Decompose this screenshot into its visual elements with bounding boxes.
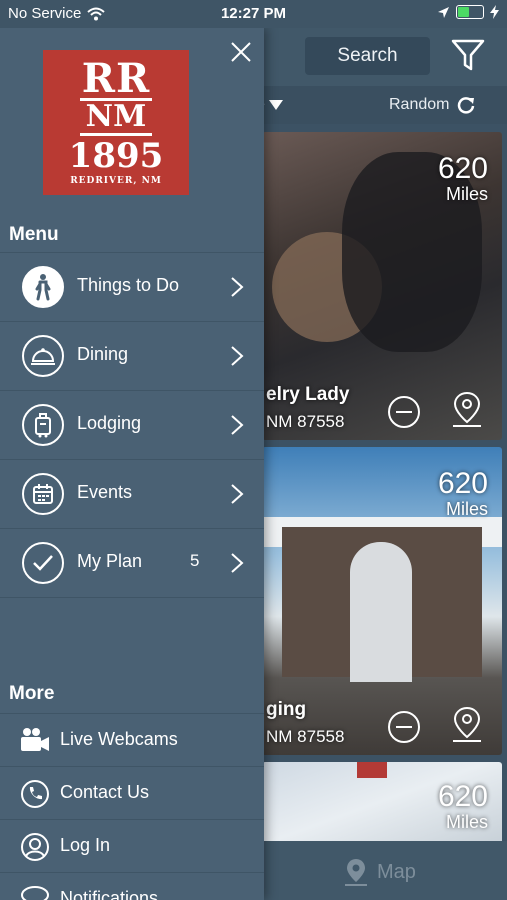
video-camera-icon	[21, 728, 49, 751]
card-photo-entrance	[350, 542, 412, 682]
card-address: NM 87558	[266, 727, 345, 746]
close-icon[interactable]	[229, 40, 253, 64]
logo-line: RR	[81, 54, 151, 102]
card-address: NM 87558	[266, 412, 345, 431]
listing-card[interactable]: 620 Miles elry Lady NM 87558	[262, 132, 502, 440]
card-photo	[357, 762, 387, 778]
chat-bubble-icon	[21, 886, 49, 900]
listing-card[interactable]: 620 Miles ging NM 87558	[262, 447, 502, 755]
battery-level	[458, 7, 469, 17]
map-pin-icon[interactable]	[450, 390, 484, 430]
charging-bolt-icon	[490, 5, 499, 19]
more-item-label: Log In	[60, 835, 111, 855]
distance-value: 620	[437, 152, 488, 185]
random-sort-label: Random	[389, 96, 450, 113]
battery-indicator	[456, 5, 484, 19]
menu-item-dining[interactable]: Dining	[0, 321, 264, 390]
card-title: elry Lady	[266, 384, 350, 405]
dining-cloche-icon	[22, 335, 64, 377]
map-button-label: Map	[377, 860, 416, 883]
more-item-log-in[interactable]: Log In	[0, 819, 264, 873]
more-item-label: Live Webcams	[60, 729, 178, 749]
menu-item-things-to-do[interactable]: Things to Do	[0, 252, 264, 321]
menu-item-my-plan[interactable]: My Plan 5	[0, 528, 264, 598]
plan-count-badge: 5	[190, 551, 200, 570]
logo: RR NM 1895 REDRIVER, NM	[43, 50, 189, 195]
menu-item-label: My Plan	[77, 551, 143, 571]
logo-line: 1895	[68, 135, 164, 176]
remove-from-plan-icon[interactable]	[386, 394, 422, 430]
more-item-live-webcams[interactable]: Live Webcams	[0, 713, 264, 767]
side-drawer: RR NM 1895 REDRIVER, NM Menu Things to D…	[0, 28, 264, 900]
chevron-right-icon	[231, 553, 244, 573]
filter-icon[interactable]	[450, 38, 486, 72]
status-bar: No Service 12:27 PM	[0, 0, 507, 28]
chevron-right-icon	[231, 277, 244, 297]
calendar-icon	[22, 473, 64, 515]
phone-icon	[21, 780, 49, 808]
menu-item-label: Dining	[77, 344, 129, 364]
distance-value: 620	[437, 780, 488, 813]
card-title: ging	[266, 699, 307, 720]
chevron-right-icon	[231, 346, 244, 366]
menu-item-label: Things to Do	[77, 275, 180, 295]
luggage-icon	[22, 404, 64, 446]
more-item-notifications[interactable]: Notifications	[0, 872, 264, 900]
random-sort-button[interactable]: Random	[389, 96, 475, 114]
map-marker-icon	[345, 859, 367, 886]
user-icon	[21, 833, 49, 861]
map-pin-icon[interactable]	[450, 705, 484, 745]
distance-unit: Miles	[445, 812, 488, 832]
distance-badge: 620 Miles	[438, 154, 488, 205]
refresh-icon	[458, 97, 475, 114]
menu-item-events[interactable]: Events	[0, 459, 264, 528]
distance-badge: 620 Miles	[438, 782, 488, 833]
clock: 12:27 PM	[220, 5, 287, 22]
location-arrow-icon	[438, 6, 449, 18]
distance-unit: Miles	[445, 184, 488, 204]
more-item-label: Notifications	[60, 888, 159, 900]
walking-person-icon	[22, 266, 64, 308]
chevron-right-icon	[231, 415, 244, 435]
more-item-label: Contact Us	[60, 782, 150, 802]
map-button[interactable]: Map	[343, 857, 416, 887]
menu-item-label: Events	[77, 482, 133, 502]
checkmark-icon	[22, 542, 64, 584]
triangle-down-icon	[268, 100, 283, 110]
logo-line: NM	[79, 97, 153, 136]
more-item-contact-us[interactable]: Contact Us	[0, 766, 264, 820]
distance-value: 620	[437, 467, 488, 500]
more-section-title: More	[9, 683, 55, 704]
chevron-right-icon	[231, 484, 244, 504]
menu-item-label: Lodging	[77, 413, 142, 433]
distance-badge: 620 Miles	[438, 469, 488, 520]
menu-section-title: Menu	[9, 224, 59, 245]
distance-unit: Miles	[445, 499, 488, 519]
remove-from-plan-icon[interactable]	[386, 709, 422, 745]
logo-line: REDRIVER, NM	[70, 175, 162, 186]
menu-item-lodging[interactable]: Lodging	[0, 390, 264, 459]
search-button[interactable]: Search	[305, 37, 430, 75]
